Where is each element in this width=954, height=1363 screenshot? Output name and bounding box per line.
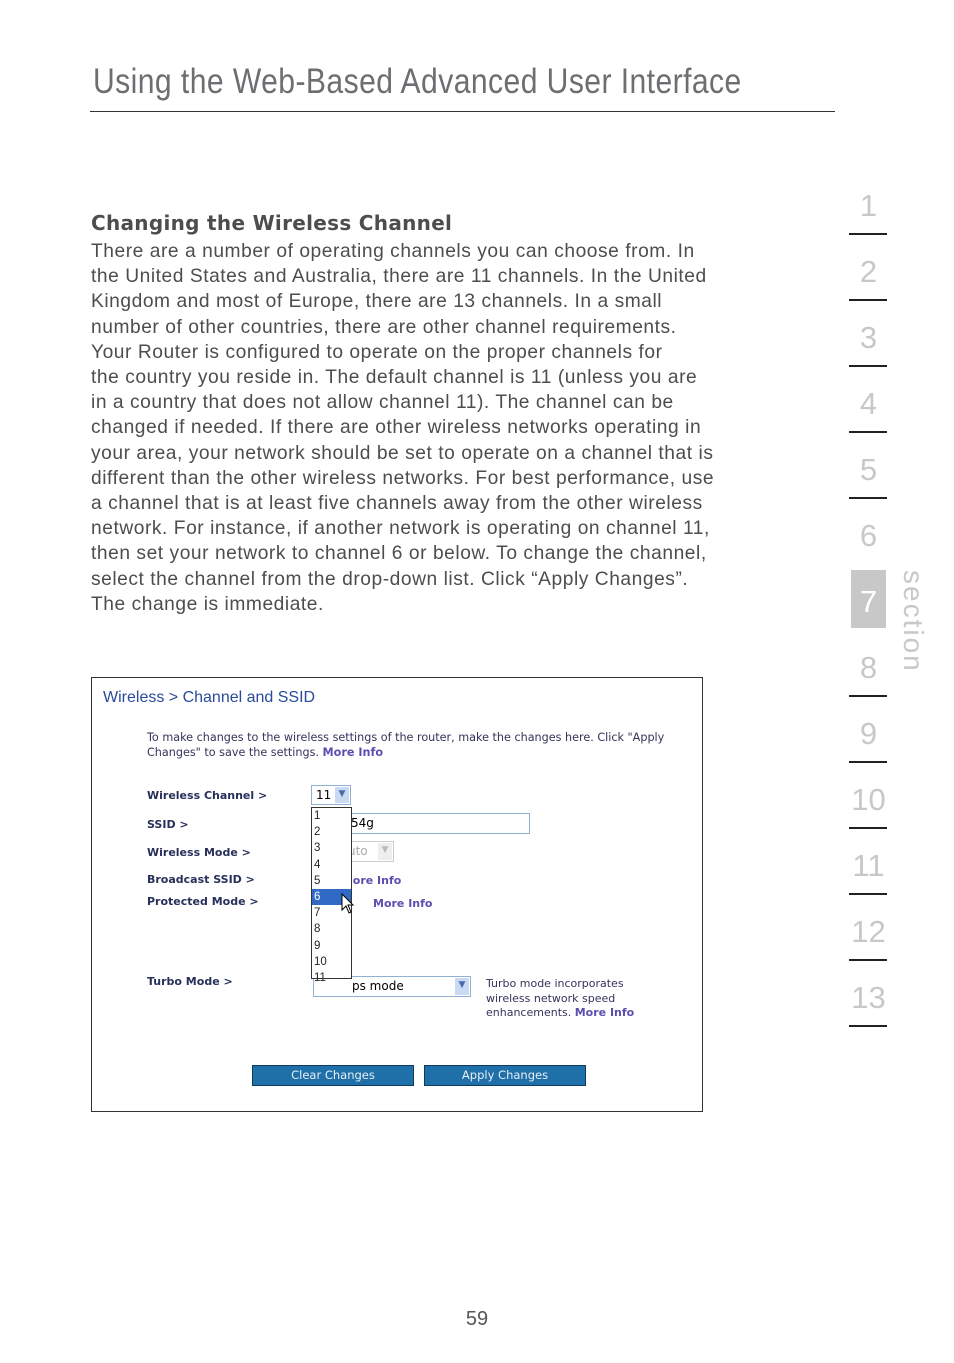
body-line: Kingdom and most of Europe, there are 13… <box>91 291 663 313</box>
protected-more-info-link[interactable]: More Info <box>373 897 433 910</box>
section-label: section <box>898 570 929 673</box>
more-info-link[interactable]: More Info <box>323 746 384 759</box>
broadcast-ssid-label: Broadcast SSID > <box>147 873 255 886</box>
section-divider <box>849 365 887 367</box>
section-divider <box>849 299 887 301</box>
wireless-channel-select[interactable]: 11 ▼ <box>311 785 351 805</box>
channel-option[interactable]: 11 <box>312 970 351 986</box>
chevron-down-icon: ▼ <box>378 843 392 860</box>
section-8[interactable]: 8 <box>851 650 886 686</box>
section-10[interactable]: 10 <box>851 782 886 818</box>
channel-option[interactable]: 10 <box>312 954 351 970</box>
breadcrumb: Wireless > Channel and SSID <box>103 689 316 706</box>
turbo-mode-label: Turbo Mode > <box>147 975 233 988</box>
broadcast-more-info-link[interactable]: lore Info <box>349 874 401 887</box>
channel-option[interactable]: 8 <box>312 921 351 937</box>
page-title: Using the Web-Based Advanced User Interf… <box>93 62 742 101</box>
turbo-more-info-link[interactable]: More Info <box>575 1006 635 1019</box>
section-9[interactable]: 9 <box>851 716 886 752</box>
section-12[interactable]: 12 <box>851 914 886 950</box>
section-divider <box>849 761 887 763</box>
apply-changes-button[interactable]: Apply Changes <box>424 1065 586 1086</box>
section-2[interactable]: 2 <box>851 254 886 290</box>
body-line: different than the other wireless networ… <box>91 467 715 489</box>
section-divider <box>849 893 887 895</box>
chevron-down-icon: ▼ <box>335 787 349 803</box>
body-line: number of other countries, there are oth… <box>91 316 677 338</box>
section-11[interactable]: 11 <box>851 848 886 884</box>
intro-text: To make changes to the wireless settings… <box>147 731 692 760</box>
section-divider <box>849 431 887 433</box>
title-divider <box>90 111 835 112</box>
body-line: changed if needed. If there are other wi… <box>91 417 702 439</box>
section-divider <box>849 827 887 829</box>
router-ui-screenshot: Wireless > Channel and SSID To make chan… <box>91 677 703 1112</box>
section-divider <box>849 233 887 235</box>
body-line: network. For instance, if another networ… <box>91 518 710 540</box>
body-line: the country you reside in. The default c… <box>91 367 698 389</box>
turbo-description: Turbo mode incorporates wireless network… <box>486 977 656 1021</box>
section-divider <box>849 497 887 499</box>
section-heading: Changing the Wireless Channel <box>91 211 453 235</box>
section-3[interactable]: 3 <box>851 320 886 356</box>
channel-option[interactable]: 2 <box>312 824 351 840</box>
body-line: select the channel from the drop-down li… <box>91 568 689 590</box>
channel-option[interactable]: 3 <box>312 840 351 856</box>
section-divider <box>849 695 887 697</box>
channel-option[interactable]: 9 <box>312 938 351 954</box>
wireless-mode-label: Wireless Mode > <box>147 846 251 859</box>
body-line: Your Router is configured to operate on … <box>91 341 663 363</box>
intro-copy: To make changes to the wireless settings… <box>147 731 665 759</box>
wireless-channel-label: Wireless Channel > <box>147 789 268 802</box>
section-7[interactable]: 7 <box>851 584 886 620</box>
channel-option[interactable]: 5 <box>312 873 351 889</box>
body-line: in a country that does not allow channel… <box>91 392 674 414</box>
channel-value: 11 <box>316 788 332 802</box>
body-line: the United States and Australia, there a… <box>91 266 707 288</box>
chevron-down-icon: ▼ <box>455 978 469 995</box>
section-5[interactable]: 5 <box>851 452 886 488</box>
body-text: There are a number of operating channels… <box>91 239 714 617</box>
protected-mode-label: Protected Mode > <box>147 895 259 908</box>
section-divider <box>849 959 887 961</box>
body-line: The change is immediate. <box>91 593 324 615</box>
section-6[interactable]: 6 <box>851 518 886 554</box>
section-divider <box>849 1025 887 1027</box>
mouse-cursor-icon <box>341 893 355 914</box>
channel-option[interactable]: 1 <box>312 808 351 824</box>
clear-changes-button[interactable]: Clear Changes <box>252 1065 414 1086</box>
section-4[interactable]: 4 <box>851 386 886 422</box>
ssid-input[interactable]: 54g <box>347 813 530 834</box>
body-line: a channel that is at least five channels… <box>91 493 703 515</box>
channel-option[interactable]: 4 <box>312 857 351 873</box>
section-13[interactable]: 13 <box>851 980 886 1016</box>
body-line: your area, your network should be set to… <box>91 442 714 464</box>
body-line: then set your network to channel 6 or be… <box>91 543 707 565</box>
section-1[interactable]: 1 <box>851 188 886 224</box>
wireless-mode-select[interactable]: uto ▼ <box>347 841 394 862</box>
page-number: 59 <box>465 1308 489 1330</box>
body-line: There are a number of operating channels… <box>91 241 695 262</box>
ssid-label: SSID > <box>147 818 189 831</box>
